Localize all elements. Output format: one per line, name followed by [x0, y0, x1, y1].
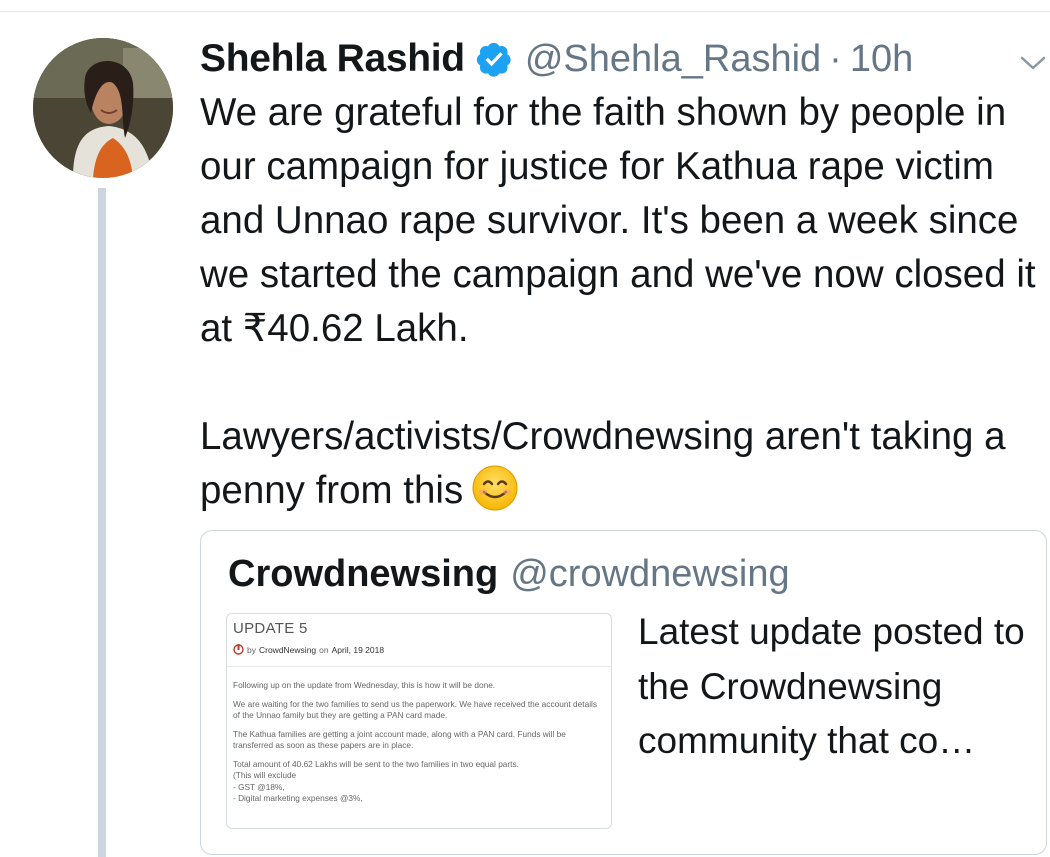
update-line: - Digital marketing expenses @3%, — [233, 793, 363, 803]
smiling-face-emoji — [471, 464, 519, 512]
tweet-header: Shehla Rashid @Shehla_Rashid · 10h — [200, 34, 913, 84]
update-paragraph: Following up on the update from Wednesda… — [233, 680, 496, 690]
author-handle[interactable]: @Shehla_Rashid — [525, 38, 821, 81]
avatar-photo — [33, 38, 173, 178]
separator-dot: · — [829, 37, 842, 80]
byline-on: on — [319, 644, 329, 655]
update-line: (This will exclude — [233, 770, 297, 780]
quoted-tweet-card[interactable]: Crowdnewsing @crowdnewsing UPDATE 5 by C… — [200, 530, 1047, 855]
crowdnewsing-logo-icon — [233, 644, 244, 655]
author-name[interactable]: Shehla Rashid — [200, 37, 465, 81]
tweet-timestamp[interactable]: 10h — [850, 38, 913, 81]
quoted-tweet-text: Latest update posted to the Crowdnewsing… — [638, 611, 1025, 761]
byline-date: April, 19 2018 — [331, 644, 385, 655]
update-paragraph: The Kathua families are getting a joint … — [233, 728, 566, 751]
chevron-down-icon[interactable] — [1018, 50, 1048, 74]
update-paragraph: We are waiting for the two families to s… — [233, 698, 598, 721]
tweet-text: We are grateful for the faith shown by p… — [200, 91, 1036, 512]
update-byline: by CrowdNewsing on April, 19 2018 — [233, 644, 384, 655]
thread-line — [98, 188, 106, 857]
user-avatar[interactable] — [33, 38, 173, 178]
quoted-tweet-header: Crowdnewsing @crowdnewsing — [228, 553, 790, 596]
quoted-author-handle: @crowdnewsing — [510, 553, 790, 595]
top-divider — [0, 0, 1050, 12]
verified-badge-icon — [475, 40, 513, 78]
update-line: - GST @18%, — [233, 781, 285, 792]
quoted-tweet-image[interactable]: UPDATE 5 by CrowdNewsing on April, 19 20… — [226, 613, 612, 829]
quoted-author-name: Crowdnewsing — [228, 553, 499, 595]
update-body: Following up on the update from Wednesda… — [233, 680, 605, 805]
update-line: Total amount of 40.62 Lakhs will be sent… — [233, 758, 519, 769]
update-title: UPDATE 5 — [233, 620, 308, 637]
tweet-body: We are grateful for the faith shown by p… — [200, 86, 1045, 518]
byline-prefix: by — [247, 644, 256, 655]
update-divider — [227, 666, 611, 667]
byline-org: CrowdNewsing — [258, 644, 317, 655]
